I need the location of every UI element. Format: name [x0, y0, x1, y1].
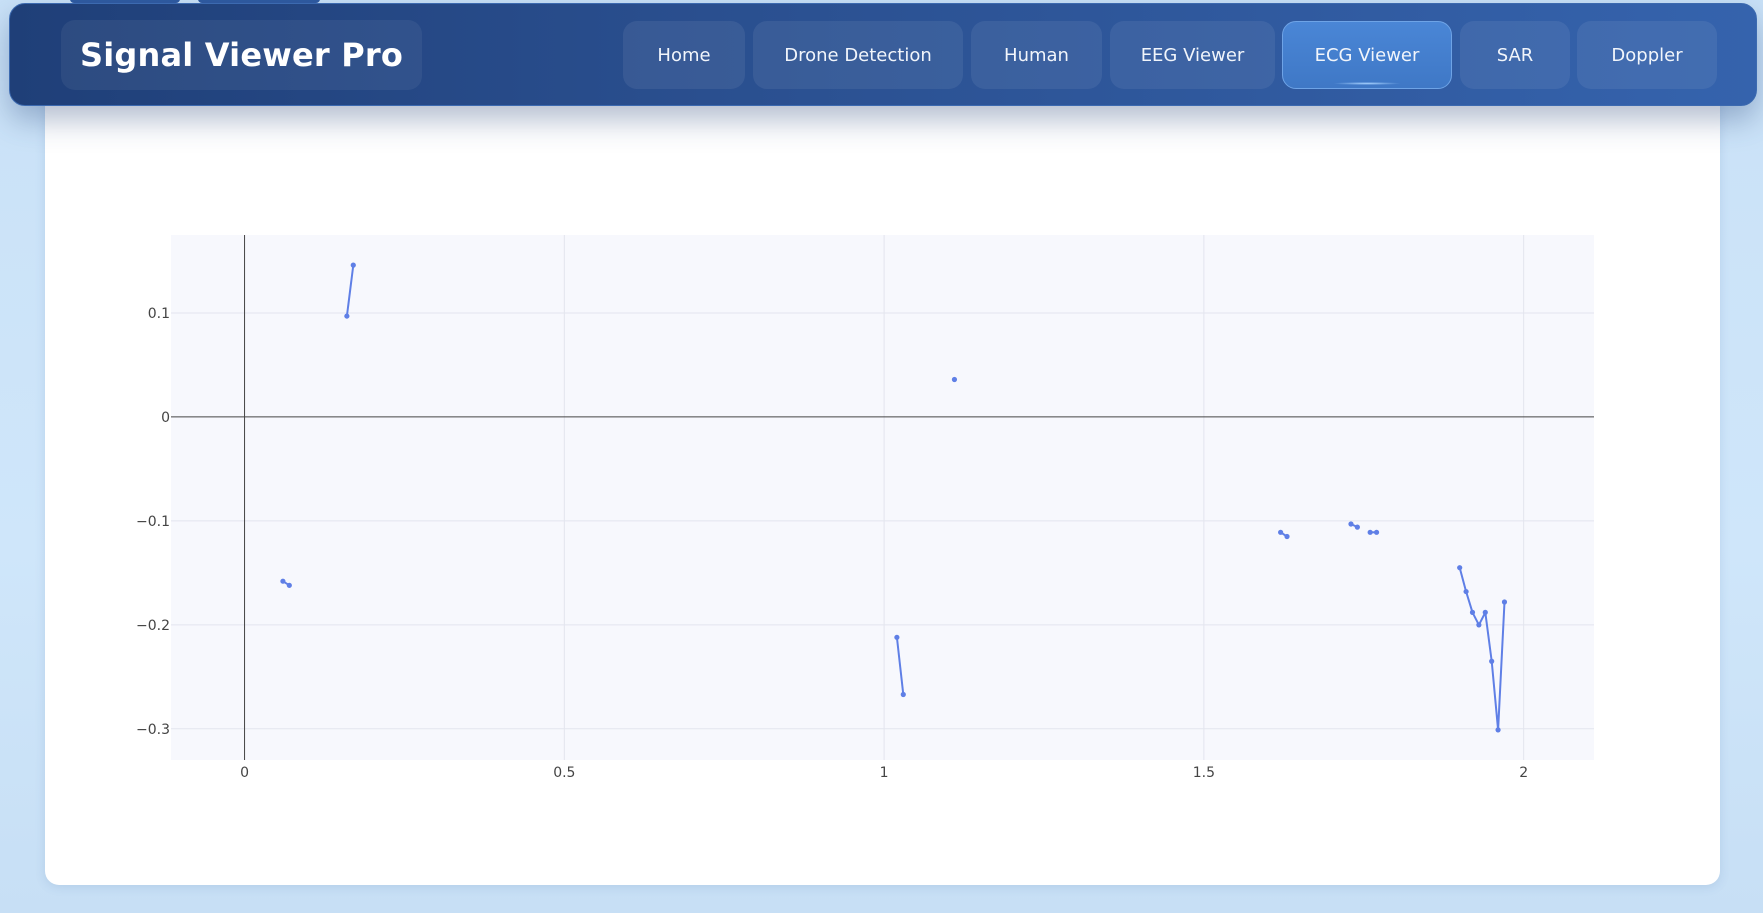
ecg-data-point: [1463, 588, 1469, 595]
ecg-data-point: [900, 691, 906, 698]
ecg-data-point: [1476, 622, 1482, 628]
nav-drone-detection-label: Drone Detection: [784, 44, 932, 66]
ecg-data-point: [344, 313, 350, 319]
nav-drone-detection[interactable]: Drone Detection: [753, 21, 963, 89]
nav-human[interactable]: Human: [971, 21, 1102, 89]
nav-ecg-viewer-label: ECG Viewer: [1314, 44, 1420, 66]
nav-home[interactable]: Home: [623, 21, 745, 89]
nav-eeg-viewer-label: EEG Viewer: [1140, 44, 1245, 66]
y-tick-label: 0: [161, 410, 170, 426]
ecg-data-point: [1482, 609, 1488, 615]
ecg-data-point: [280, 578, 286, 584]
ecg-data-point: [1367, 529, 1373, 535]
x-tick-label: 0.5: [553, 765, 575, 781]
ecg-data-point: [1501, 599, 1508, 605]
nav-home-label: Home: [657, 44, 711, 66]
brand-title: Signal Viewer Pro: [79, 36, 404, 74]
y-tick-label: −0.3: [136, 722, 170, 738]
ecg-data-point: [1354, 524, 1360, 530]
ecg-chart[interactable]: 0 0.5 1 1.5 2 −0.3 −0.2 −0.1 0 0.1: [0, 0, 1763, 913]
x-tick-label: 1: [880, 765, 889, 781]
ecg-data-point: [1348, 521, 1354, 527]
ecg-data-point: [1489, 658, 1495, 664]
plot-area: [171, 235, 1594, 760]
nav-sar-label: SAR: [1496, 44, 1534, 66]
nav-sar[interactable]: SAR: [1460, 21, 1570, 89]
ecg-data-point: [1278, 529, 1284, 535]
ecg-data-point: [1457, 565, 1463, 571]
nav-ecg-viewer[interactable]: ECG Viewer: [1282, 21, 1452, 89]
x-tick-label: 1.5: [1193, 765, 1215, 781]
ecg-data-point: [1469, 609, 1476, 615]
ecg-data-point: [1373, 529, 1380, 535]
ecg-data-point: [951, 376, 958, 383]
y-tick-label: −0.2: [136, 618, 170, 634]
x-tick-label: 0: [240, 765, 249, 781]
ecg-data-point: [894, 634, 900, 640]
brand: Signal Viewer Pro: [61, 20, 422, 90]
ecg-data-point: [1284, 533, 1290, 540]
ecg-data-point: [350, 262, 356, 268]
ecg-data-point: [1495, 727, 1501, 733]
nav-eeg-viewer[interactable]: EEG Viewer: [1110, 21, 1275, 89]
nav-doppler[interactable]: Doppler: [1577, 21, 1717, 89]
ecg-data-point: [286, 582, 292, 588]
y-tick-label: −0.1: [136, 514, 170, 530]
navbar: Signal Viewer Pro Home Drone Detection H…: [9, 3, 1757, 106]
nav-human-label: Human: [1004, 44, 1069, 66]
y-tick-label: 0.1: [148, 306, 170, 322]
x-tick-label: 2: [1519, 765, 1528, 781]
nav-doppler-label: Doppler: [1611, 44, 1683, 66]
